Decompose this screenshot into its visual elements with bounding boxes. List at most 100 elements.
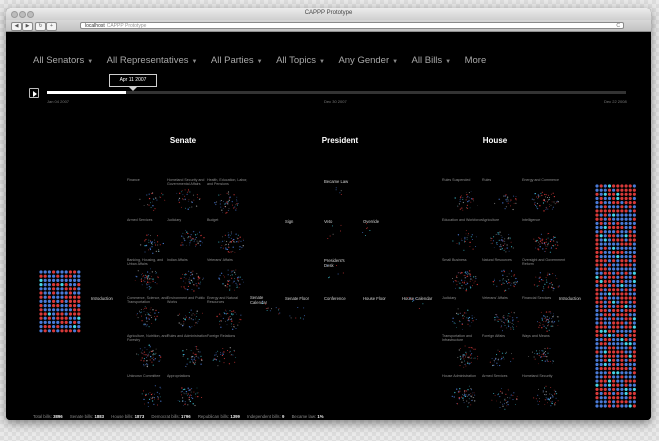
- reload-button[interactable]: ↻: [35, 22, 46, 31]
- bill-dot: [226, 202, 228, 204]
- senate-committee-cluster[interactable]: Budget: [207, 218, 251, 254]
- bill-dot: [467, 389, 469, 391]
- house-committee-cluster[interactable]: Agriculture: [482, 218, 526, 254]
- bill-dot: [180, 244, 182, 246]
- senate-committee-cluster[interactable]: Energy and Natural Resources: [207, 296, 251, 332]
- house-committee-cluster[interactable]: Rules: [482, 178, 526, 214]
- senate-committee-cluster[interactable]: Appropriations: [167, 374, 211, 410]
- member-dot: [632, 209, 636, 213]
- member-dot: [603, 333, 607, 337]
- bill-dot: [497, 320, 499, 322]
- senate-committee-cluster[interactable]: Veterans' Affairs: [207, 258, 251, 294]
- filter-representatives[interactable]: All Representatives ▼: [107, 55, 198, 66]
- bill-dot: [546, 355, 548, 358]
- stage-presidents-desk[interactable]: President's Desk: [324, 258, 346, 268]
- house-committee-cluster[interactable]: Transportation and Infrastructure: [442, 334, 486, 370]
- senate-committee-cluster[interactable]: Rules and Administration: [167, 334, 211, 370]
- stage-senate-calendar[interactable]: Senate Calendar: [250, 295, 272, 305]
- house-committee-cluster[interactable]: Ways and Means: [522, 334, 566, 370]
- bill-dot: [140, 279, 142, 281]
- senate-committee-cluster[interactable]: Commerce, Science, and Transportation: [127, 296, 171, 332]
- senate-committee-cluster[interactable]: Armed Services: [127, 218, 171, 254]
- senate-committee-cluster[interactable]: Banking, Housing, and Urban Affairs: [127, 258, 171, 294]
- bill-dot: [539, 276, 541, 278]
- senate-committee-cluster[interactable]: Homeland Security and Governmental Affai…: [167, 178, 211, 214]
- back-button[interactable]: ◀: [11, 22, 22, 31]
- add-bookmark-button[interactable]: +: [46, 22, 57, 31]
- senate-committee-cluster[interactable]: Indian Affairs: [167, 258, 211, 294]
- member-dot: [632, 263, 636, 267]
- stage-senate-floor[interactable]: Senate Floor: [285, 296, 309, 301]
- senate-committee-cluster[interactable]: Agriculture, Nutrition, and Forestry: [127, 334, 171, 370]
- filter-gender[interactable]: Any Gender ▼: [338, 55, 398, 66]
- member-dot: [595, 271, 599, 275]
- bill-dot: [543, 352, 545, 354]
- member-dot: [603, 259, 607, 263]
- stage-house-introduction[interactable]: Introduction: [559, 296, 581, 301]
- house-committee-cluster[interactable]: House Administration: [442, 374, 486, 410]
- bill-dot: [456, 403, 458, 405]
- house-committee-cluster[interactable]: Judiciary: [442, 296, 486, 332]
- stage-house-floor[interactable]: House Floor: [363, 296, 386, 301]
- forward-button[interactable]: ▶: [22, 22, 33, 31]
- bill-dot: [148, 344, 150, 346]
- stage-conference[interactable]: Conference: [324, 296, 346, 301]
- bill-dot: [150, 206, 152, 208]
- stage-veto[interactable]: Veto: [324, 219, 332, 224]
- filter-parties[interactable]: All Parties ▼: [211, 55, 263, 66]
- filter-label: All Bills: [411, 55, 443, 66]
- member-dot: [624, 263, 628, 267]
- bill-dot: [468, 356, 470, 358]
- senate-committee-cluster[interactable]: Foreign Relations: [207, 334, 251, 370]
- house-committee-cluster[interactable]: Oversight and Government Reform: [522, 258, 566, 294]
- timeline-slider[interactable]: [47, 91, 626, 94]
- bill-dot: [240, 314, 242, 316]
- stat-republican: Republican bills: 1399: [198, 414, 240, 419]
- reload-icon[interactable]: C: [616, 23, 620, 30]
- house-committee-cluster[interactable]: Homeland Security: [522, 374, 566, 410]
- house-committee-cluster[interactable]: Armed Services: [482, 374, 526, 410]
- member-dot: [612, 279, 616, 284]
- house-committee-cluster[interactable]: Rules Suspended: [442, 178, 486, 214]
- house-committee-cluster[interactable]: Education and Workforce: [442, 218, 486, 254]
- filter-senators[interactable]: All Senators ▼: [33, 55, 93, 66]
- house-committee-cluster[interactable]: Foreign Affairs: [482, 334, 526, 370]
- stage-senate-introduction[interactable]: Introduction: [91, 296, 113, 301]
- bill-dot: [466, 395, 468, 397]
- house-committee-cluster[interactable]: Energy and Commerce: [522, 178, 566, 214]
- member-dot: [607, 354, 612, 358]
- stage-override[interactable]: Override: [363, 219, 379, 224]
- filter-topics[interactable]: All Topics ▼: [276, 55, 325, 66]
- senate-committee-cluster[interactable]: Unknown Committee: [127, 374, 171, 410]
- house-committee-cluster[interactable]: Financial Services: [522, 296, 566, 332]
- senate-committee-cluster[interactable]: Finance: [127, 178, 171, 214]
- member-dot: [628, 354, 632, 358]
- filter-more[interactable]: More: [465, 55, 487, 66]
- bill-dot: [499, 239, 501, 241]
- bill-dot: [512, 317, 514, 319]
- member-dot: [60, 304, 64, 308]
- senate-committee-cluster[interactable]: Judiciary: [167, 218, 211, 254]
- senate-committee-cluster[interactable]: Environment and Public Works: [167, 296, 211, 332]
- bill-dot: [471, 399, 473, 401]
- house-committee-cluster[interactable]: Intelligence: [522, 218, 566, 254]
- bill-dot: [220, 241, 222, 243]
- bill-dot: [537, 241, 539, 243]
- play-icon[interactable]: [29, 88, 39, 98]
- address-bar[interactable]: localhost CAPPP Prototype C: [80, 22, 624, 29]
- member-dot: [628, 292, 632, 296]
- senate-committee-cluster[interactable]: Health, Education, Labor, and Pensions: [207, 178, 251, 214]
- stage-became-law[interactable]: Became Law: [324, 179, 348, 184]
- filter-bills[interactable]: All Bills ▼: [412, 55, 452, 66]
- bill-dot: [541, 360, 543, 362]
- member-dot: [603, 321, 607, 325]
- bill-dot: [243, 281, 244, 283]
- bill-dot: [190, 274, 192, 277]
- bill-dot: [183, 276, 185, 278]
- bill-dot: [551, 321, 553, 323]
- house-committee-cluster[interactable]: Natural Resources: [482, 258, 526, 294]
- stage-sign[interactable]: Sign: [285, 219, 293, 224]
- house-committee-cluster[interactable]: Small Business: [442, 258, 486, 294]
- stage-house-calendar[interactable]: House Calendar: [402, 296, 432, 301]
- house-committee-cluster[interactable]: Veterans' Affairs: [482, 296, 526, 332]
